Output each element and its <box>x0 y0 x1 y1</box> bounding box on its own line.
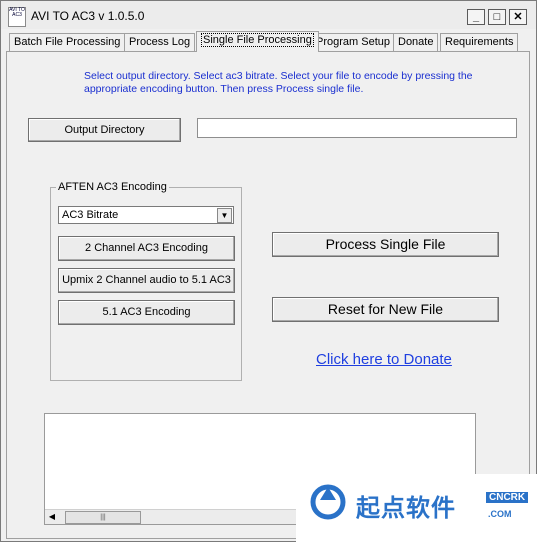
app-icon: AVI TO AC3 <box>8 7 26 27</box>
watermark-sub1: CNCRK <box>486 492 529 503</box>
title-bar: AVI TO AC3 AVI TO AC3 v 1.0.5.0 _ □ ✕ <box>1 1 536 29</box>
tab-requirements[interactable]: Requirements <box>440 33 519 51</box>
upmix-encoding-button[interactable]: Upmix 2 Channel audio to 5.1 AC3 <box>58 268 235 293</box>
ac3-bitrate-select[interactable]: AC3 Bitrate ▼ <box>58 206 234 224</box>
tab-program-setup[interactable]: Program Setup <box>311 33 395 51</box>
process-single-file-button[interactable]: Process Single File <box>272 232 499 257</box>
window-title: AVI TO AC3 v 1.0.5.0 <box>31 9 145 23</box>
aften-group-label: AFTEN AC3 Encoding <box>56 181 169 193</box>
watermark-text: 起点软件 <box>356 494 456 522</box>
five-one-encoding-button[interactable]: 5.1 AC3 Encoding <box>58 300 235 325</box>
dropdown-arrow-icon[interactable]: ▼ <box>217 208 232 223</box>
app-window: AVI TO AC3 AVI TO AC3 v 1.0.5.0 _ □ ✕ Ba… <box>0 0 537 542</box>
watermark-sub2: .COM <box>488 509 512 519</box>
bitrate-selected-value: AC3 Bitrate <box>62 209 119 221</box>
output-directory-field[interactable] <box>197 118 517 138</box>
watermark: 起点软件 CNCRK .COM <box>296 474 537 542</box>
instructions-text: Select output directory. Select ac3 bitr… <box>84 70 473 95</box>
watermark-logo-icon <box>310 484 346 520</box>
donate-link[interactable]: Click here to Donate <box>316 351 452 368</box>
output-directory-button[interactable]: Output Directory <box>28 118 181 142</box>
scroll-thumb[interactable]: ||| <box>65 511 141 524</box>
scroll-left-icon[interactable]: ◀ <box>47 511 57 523</box>
tab-single-file-processing[interactable]: Single File Processing <box>196 31 319 52</box>
tab-donate[interactable]: Donate <box>393 33 439 51</box>
tab-batch-file-processing[interactable]: Batch File Processing <box>9 33 126 51</box>
close-button[interactable]: ✕ <box>509 9 527 25</box>
maximize-button[interactable]: □ <box>488 9 506 25</box>
tab-process-log[interactable]: Process Log <box>124 33 196 51</box>
two-channel-encoding-button[interactable]: 2 Channel AC3 Encoding <box>58 236 235 261</box>
minimize-button[interactable]: _ <box>467 9 485 25</box>
reset-new-file-button[interactable]: Reset for New File <box>272 297 499 322</box>
